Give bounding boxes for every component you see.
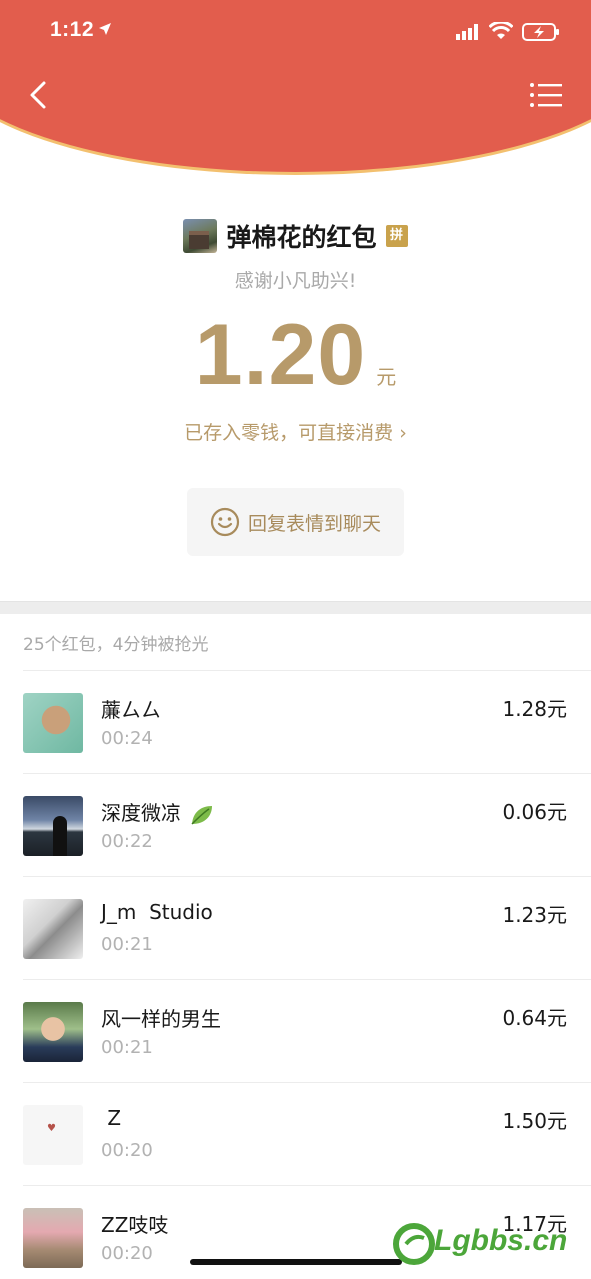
smiley-icon <box>210 507 240 537</box>
avatar[interactable] <box>23 1002 83 1062</box>
battery-charging-icon <box>522 23 559 41</box>
record-amount: 1.50元 <box>502 1109 567 1133</box>
record-name-wrap: 深度微凉 <box>101 797 215 828</box>
record-amount: 1.23元 <box>502 903 567 927</box>
sender-name: 弹棉花的红包 <box>226 223 377 252</box>
records-menu-button[interactable] <box>528 80 564 110</box>
list-item[interactable]: 深度微凉 00:22 0.06元 <box>0 774 591 877</box>
watermark-text: Lgbbs.cn <box>434 1224 568 1257</box>
record-amount: 1.28元 <box>502 697 567 721</box>
record-name: 风一样的男生 <box>101 1007 221 1031</box>
status-bar: 1:12 <box>0 0 591 64</box>
header: 1:12 <box>0 0 591 180</box>
cellular-signal-icon <box>456 24 478 40</box>
list-item[interactable]: Z 00:20 1.50元 <box>0 1083 591 1186</box>
record-time: 00:21 <box>101 1037 153 1058</box>
record-name: 深度微凉 <box>101 801 181 825</box>
pin-badge: 拼 <box>385 225 408 247</box>
sender-avatar[interactable] <box>183 219 218 253</box>
reply-sticker-button[interactable]: 回复表情到聊天 <box>187 488 404 556</box>
home-indicator[interactable] <box>190 1259 402 1265</box>
back-button[interactable] <box>24 78 56 112</box>
summary-text: 25个红包，4分钟被抢光 <box>23 635 209 655</box>
avatar[interactable] <box>23 693 83 753</box>
list-item[interactable]: 风一样的男生 00:21 0.64元 <box>0 980 591 1083</box>
watermark-logo-icon <box>393 1223 435 1265</box>
avatar[interactable] <box>23 899 83 959</box>
amount-unit: 元 <box>376 365 397 389</box>
section-divider <box>0 601 591 614</box>
record-time: 00:24 <box>101 728 153 749</box>
record-name: 薕ㄙㄙ <box>101 698 161 722</box>
leaf-icon <box>191 805 213 825</box>
list-item[interactable]: 薕ㄙㄙ 00:24 1.28元 <box>0 671 591 774</box>
location-arrow-icon <box>99 23 111 35</box>
record-amount: 0.64元 <box>502 1006 567 1030</box>
wifi-icon <box>489 22 513 39</box>
avatar[interactable] <box>23 796 83 856</box>
amount-row: 1.20 元 <box>0 312 591 398</box>
reply-sticker-label: 回复表情到聊天 <box>247 512 381 535</box>
amount-value: 1.20 <box>194 307 367 403</box>
records-list: 薕ㄙㄙ 00:24 1.28元 深度微凉 00:22 0.06元 J_m Stu… <box>0 671 591 1279</box>
list-item[interactable]: J_m Studio 00:21 1.23元 <box>0 877 591 980</box>
record-time: 00:21 <box>101 934 153 955</box>
watermark: Lgbbs.cn <box>392 1208 582 1272</box>
record-amount: 0.06元 <box>502 800 567 824</box>
record-time: 00:20 <box>101 1243 153 1264</box>
status-time: 1:12 <box>50 18 95 41</box>
record-time: 00:20 <box>101 1140 153 1161</box>
avatar[interactable] <box>23 1208 83 1268</box>
chevron-left-icon <box>30 81 46 109</box>
record-name: J_m Studio <box>101 900 213 924</box>
avatar[interactable] <box>23 1105 83 1165</box>
record-name: ZZ吱吱 <box>101 1213 169 1237</box>
saved-to-change-link[interactable]: 已存入零钱，可直接消费 › <box>0 418 591 445</box>
record-time: 00:22 <box>101 831 153 852</box>
record-name: Z <box>101 1106 122 1130</box>
sender-row: 弹棉花的红包 拼 <box>0 218 591 254</box>
greeting-text: 感谢小凡助兴! <box>234 270 357 292</box>
list-icon <box>530 83 562 107</box>
